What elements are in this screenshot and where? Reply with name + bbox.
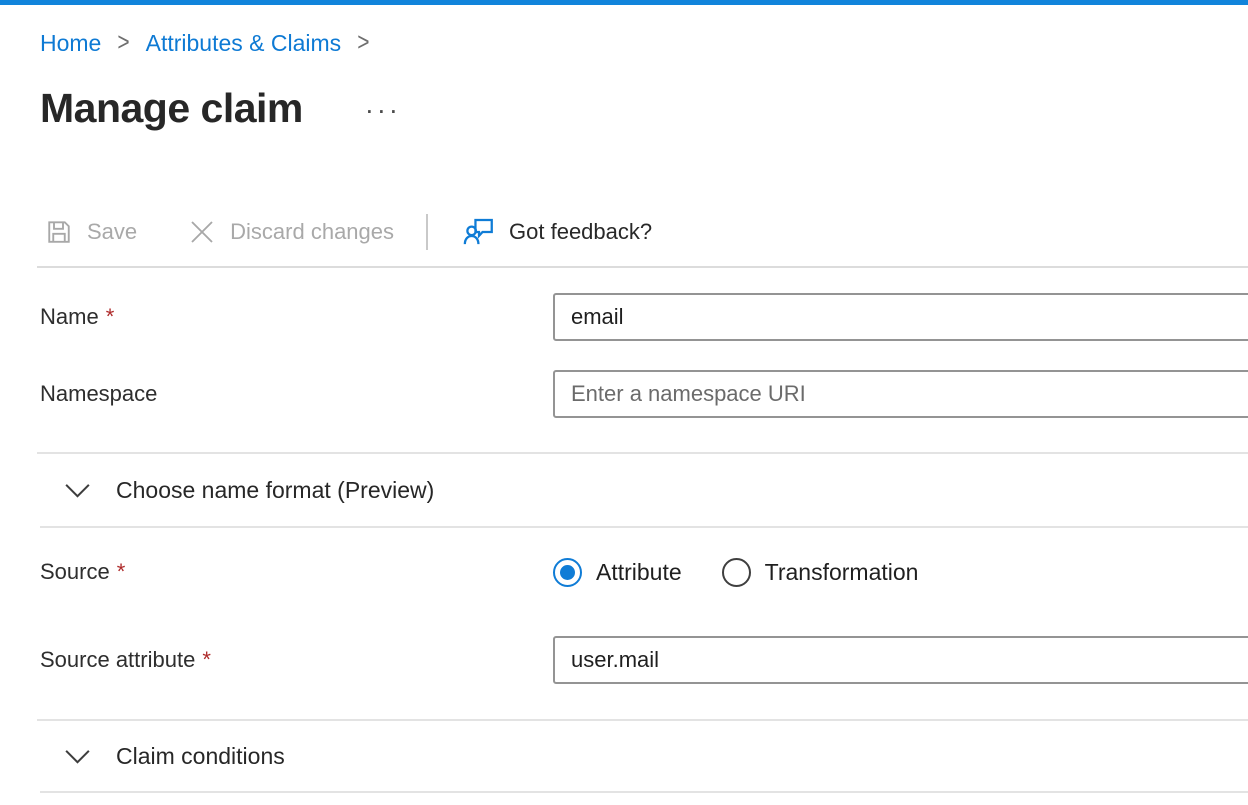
namespace-field (553, 370, 1248, 418)
name-field (553, 293, 1248, 341)
toolbar-divider (426, 214, 428, 250)
source-attribute-label-text: Source attribute (40, 647, 195, 672)
breadcrumb-separator-icon: > (357, 24, 369, 62)
namespace-input[interactable] (553, 370, 1248, 418)
manage-claim-blade: Home > Attributes & Claims > Manage clai… (0, 5, 1248, 793)
radio-attribute-label: Attribute (596, 559, 682, 586)
command-bar: Save Discard changes Got feedback? (40, 208, 1248, 256)
discard-x-icon (187, 217, 217, 247)
section-choose-name-format[interactable]: Choose name format (Preview) (40, 454, 1248, 528)
name-input[interactable] (553, 293, 1248, 341)
breadcrumb-separator-icon: > (117, 24, 129, 62)
required-asterisk: * (117, 559, 126, 584)
required-asterisk: * (202, 647, 211, 672)
name-field-label: Name * (40, 304, 553, 330)
source-field-label: Source * (40, 559, 553, 585)
chevron-down-icon (65, 483, 90, 498)
discard-changes-button[interactable]: Discard changes (187, 217, 394, 247)
toolbar-bottom-divider (37, 266, 1248, 268)
namespace-field-row: Namespace (40, 370, 1248, 418)
section-claim-conditions[interactable]: Claim conditions (40, 721, 1248, 793)
got-feedback-label: Got feedback? (509, 219, 652, 245)
name-field-row: Name * (40, 293, 1248, 341)
more-options-icon[interactable]: ··· (365, 96, 401, 120)
namespace-field-label: Namespace (40, 381, 553, 407)
save-floppy-icon (44, 217, 74, 247)
page-title-row: Manage claim ··· (40, 83, 1248, 133)
required-asterisk: * (106, 304, 115, 329)
breadcrumb-home-link[interactable]: Home (40, 28, 101, 58)
source-attribute-field (553, 636, 1248, 684)
source-attribute-field-row: Source attribute * (40, 636, 1248, 684)
namespace-label-text: Namespace (40, 381, 157, 406)
breadcrumb: Home > Attributes & Claims > (40, 5, 1248, 58)
section-choose-name-format-label: Choose name format (Preview) (116, 477, 434, 504)
radio-attribute[interactable]: Attribute (553, 558, 682, 587)
source-field-row: Source * Attribute Transformation (40, 548, 1248, 596)
source-label-text: Source (40, 559, 110, 584)
save-button-label: Save (87, 219, 137, 245)
radio-transformation[interactable]: Transformation (722, 558, 919, 587)
breadcrumb-attributes-claims-link[interactable]: Attributes & Claims (146, 28, 342, 58)
save-button[interactable]: Save (44, 217, 137, 247)
radio-transformation-circle (722, 558, 751, 587)
discard-changes-label: Discard changes (230, 219, 394, 245)
source-attribute-field-label: Source attribute * (40, 647, 553, 673)
page-title: Manage claim (40, 83, 303, 133)
feedback-person-icon (462, 215, 496, 249)
radio-attribute-circle (553, 558, 582, 587)
source-radio-group: Attribute Transformation (553, 558, 1248, 587)
chevron-down-icon (65, 749, 90, 764)
name-label-text: Name (40, 304, 99, 329)
radio-transformation-label: Transformation (765, 559, 919, 586)
source-attribute-input[interactable] (553, 636, 1248, 684)
section-claim-conditions-label: Claim conditions (116, 743, 285, 770)
got-feedback-button[interactable]: Got feedback? (462, 215, 652, 249)
